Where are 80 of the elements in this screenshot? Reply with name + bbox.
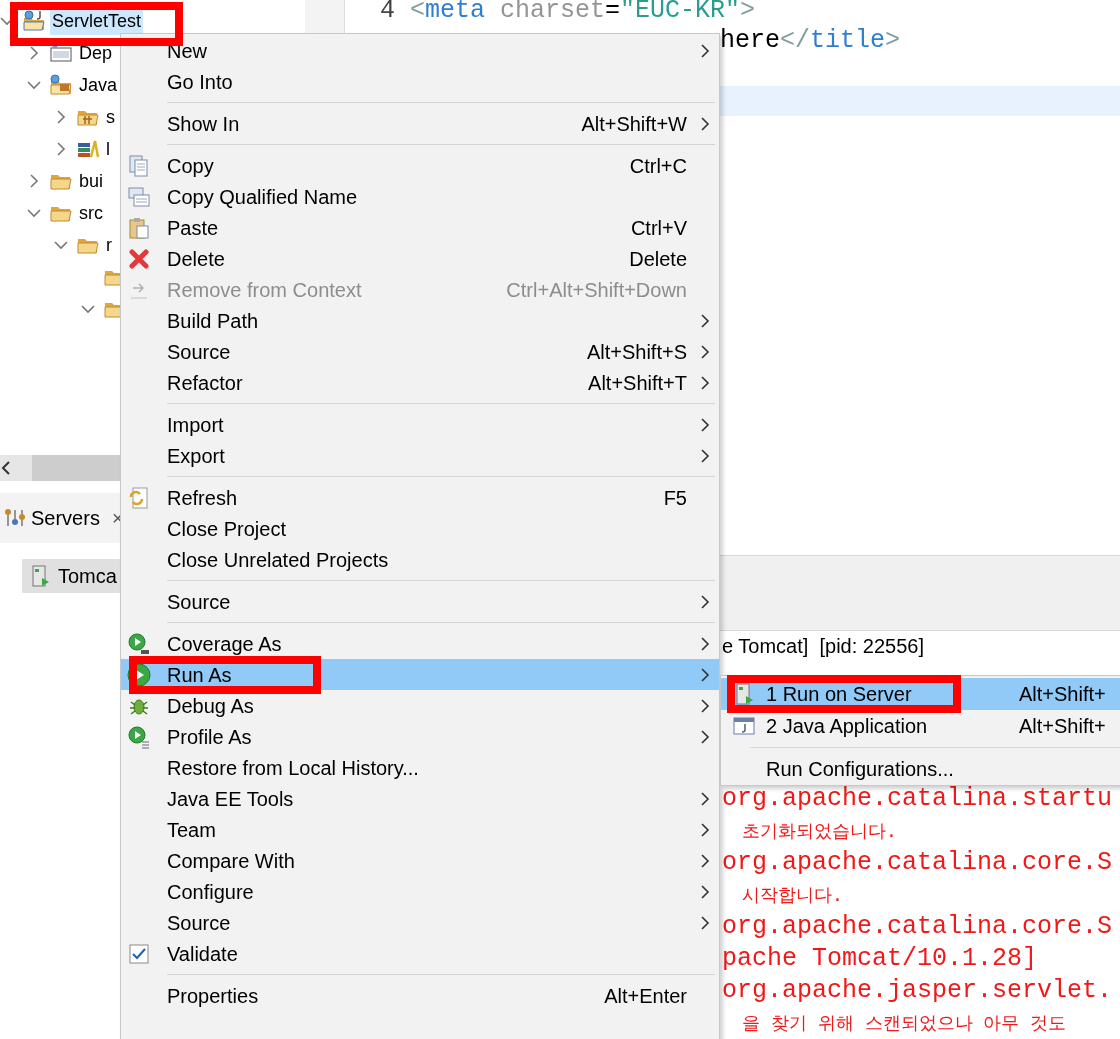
menu-item[interactable]: Import [121,409,719,440]
menu-item[interactable]: Show In Alt+Shift+W [121,108,719,139]
menu-item[interactable]: 2 Java Application Alt+Shift+ [721,710,1120,742]
shortcut-label: Delete [629,246,687,272]
chevron-down-icon[interactable] [54,240,68,250]
menu-item[interactable]: Source [121,907,719,938]
resource-folder-icon [49,73,73,97]
profile-icon [127,725,151,749]
menu-item[interactable]: Team [121,814,719,845]
shortcut-label: Ctrl+V [630,215,687,241]
delete-icon [127,247,151,271]
tree-item[interactable]: Dep [77,39,115,67]
menu-item[interactable]: Close Unrelated Projects [121,544,719,575]
menu-item[interactable]: Copy Ctrl+C [121,150,719,181]
console-line: 을 찾기 위해 스캔되었으나 아무 것도 [742,1011,1067,1036]
menu-item[interactable]: Source [121,586,719,617]
scroll-left-icon [0,460,12,476]
console-line: pache Tomcat/10.1.28] [722,943,1038,976]
console-line: org.apache.jasper.servlet. [722,975,1113,1008]
menu-item[interactable]: Debug As [121,690,719,721]
menu-item[interactable]: Restore from Local History... [121,752,719,783]
chevron-right-icon[interactable] [29,46,39,60]
menu-item[interactable]: Delete Delete [121,243,719,274]
chevron-right-icon[interactable] [56,142,66,156]
menu-item[interactable]: Go Into [121,66,719,97]
menu-item[interactable]: Build Path [121,305,719,336]
shortcut-label: Alt+Shift+ [1019,682,1106,707]
chevron-down-icon[interactable] [27,208,41,218]
shortcut-label: Alt+Enter [604,983,687,1009]
server-name: Tomca [58,564,117,589]
menu-item[interactable]: Copy Qualified Name [121,181,719,212]
tree-item[interactable]: bui [77,167,106,195]
shortcut-label: Alt+Shift+ [1019,714,1106,739]
menu-item[interactable]: Java EE Tools [121,783,719,814]
chevron-right-icon[interactable] [56,110,66,124]
console-line: org.apache.catalina.core.S [722,911,1113,944]
tree-item[interactable]: src [77,199,105,227]
line-number: 4 [379,0,395,28]
menu-item[interactable]: Coverage As [121,628,719,659]
menu-item[interactable]: Source Alt+Shift+S [121,336,719,367]
chevron-down-icon[interactable] [81,304,95,314]
shortcut-label: Alt+Shift+S [586,339,687,365]
shortcut-label: Alt+Shift+W [581,111,687,137]
console-line: org.apache.catalina.core.S [722,847,1113,880]
copy-icon [127,154,151,178]
menu-item[interactable]: Export [121,440,719,471]
menu-item[interactable]: Properties Alt+Enter [121,980,719,1011]
project-icon [22,9,46,33]
shortcut-label: Alt+Shift+T [588,370,687,396]
menu-item[interactable]: Validate [121,938,719,969]
menu-item[interactable]: Refactor Alt+Shift+T [121,367,719,398]
menu-item[interactable]: Run Configurations... [721,753,1120,785]
tree-item[interactable]: s [104,103,117,131]
console-line: 시작합니다. [742,883,843,908]
copy-icon [127,185,151,209]
shortcut-label: Ctrl+Alt+Shift+Down [506,277,687,303]
shortcut-label: F5 [663,485,687,511]
code-text: here</title> [720,25,901,58]
tree-item[interactable]: Java [77,71,120,99]
menu-item[interactable]: Refresh F5 [121,482,719,513]
shortcut-label: Ctrl+C [629,153,687,179]
coverage-icon [127,632,151,656]
clipboard-icon [127,216,151,240]
chevron-down-icon[interactable] [27,80,41,90]
view-tab[interactable]: Servers [31,503,100,533]
tree-item[interactable]: r [104,231,114,259]
console-line: org.apache.catalina.startu [722,783,1113,816]
console-header: e Tomcat] [pid: 22556] [722,634,924,660]
menu-item[interactable]: Profile As [121,721,719,752]
menu-item[interactable]: Close Project [121,513,719,544]
menu-item[interactable]: Compare With [121,845,719,876]
tree-item[interactable]: l [104,135,112,163]
run-icon [127,663,151,687]
chevron-right-icon[interactable] [29,174,39,188]
code-text: <meta charset="EUC-KR"> [410,0,756,28]
console-line: 초기화되었습니다. [742,819,897,844]
refresh-icon [127,486,151,510]
menu-item[interactable]: Paste Ctrl+V [121,212,719,243]
application-icon [732,714,756,738]
menu-item[interactable]: Configure [121,876,719,907]
